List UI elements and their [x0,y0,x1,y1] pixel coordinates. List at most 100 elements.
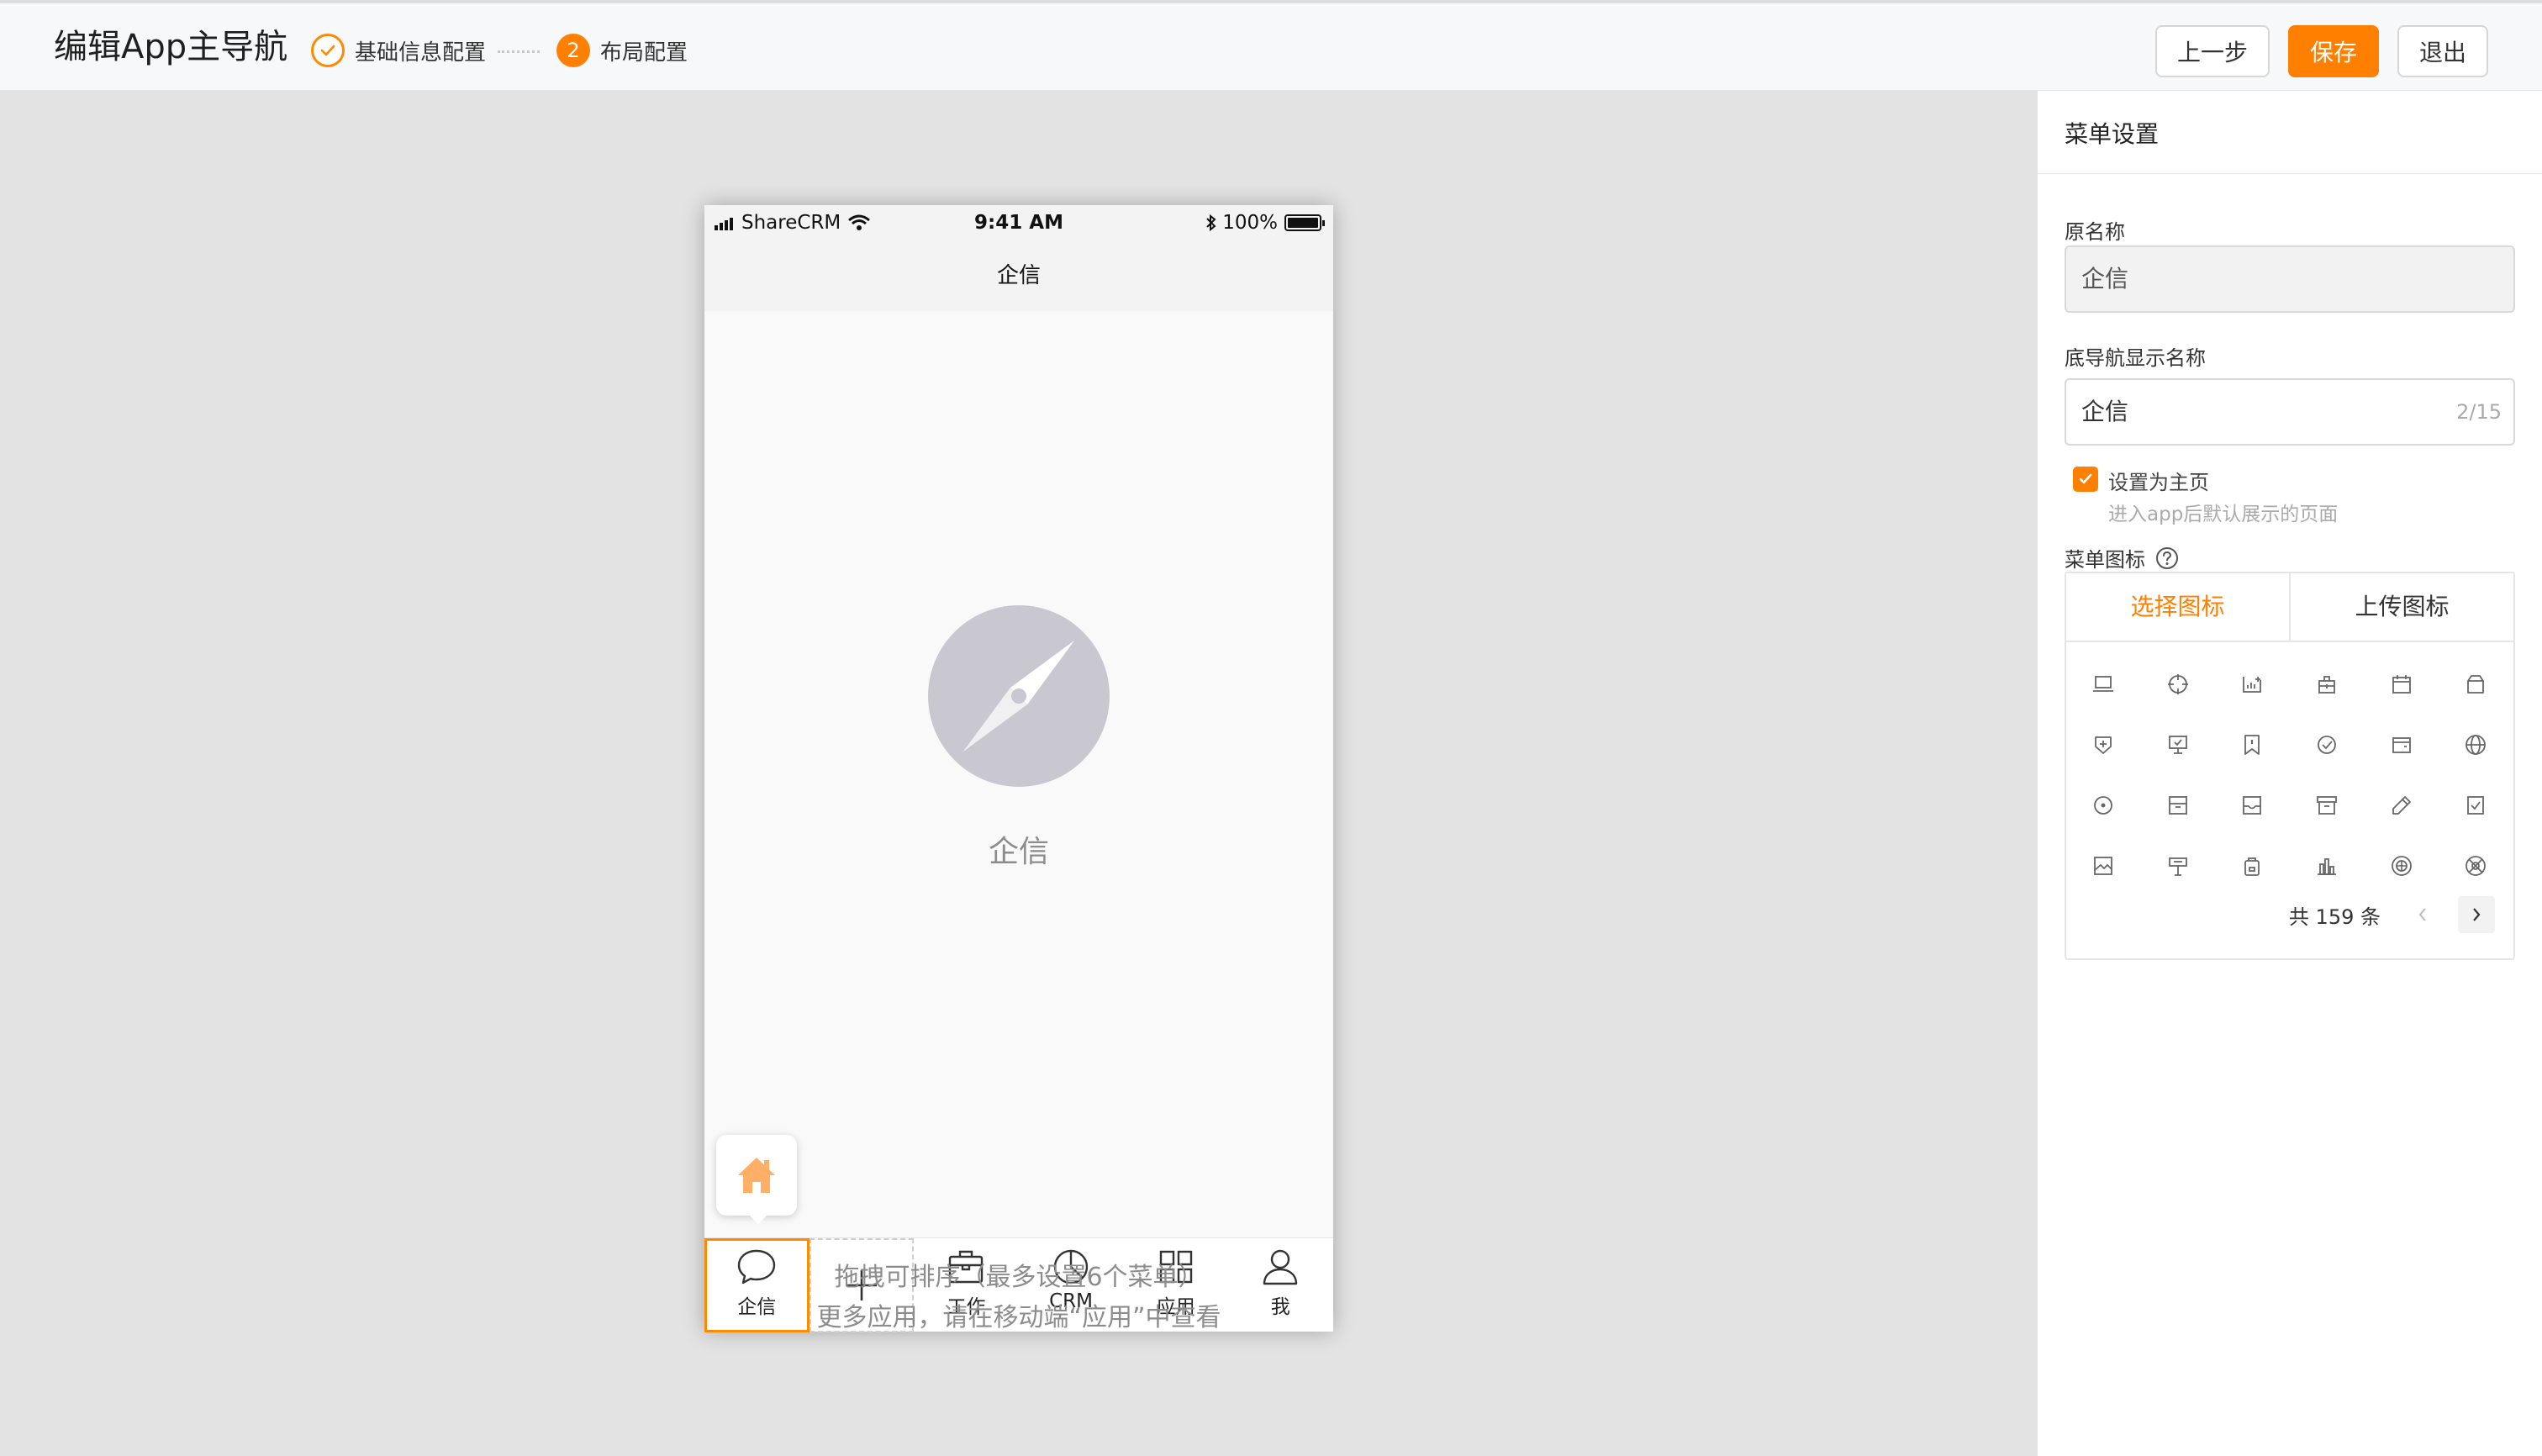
icon-grid [2066,654,2513,896]
compass-icon [928,605,1110,787]
presentation-icon [2168,736,2187,754]
icon-option[interactable] [2439,733,2513,757]
home-page-marker [716,1135,797,1224]
step-layout[interactable]: 2 布局配置 [556,32,688,69]
bluetooth-icon [1206,214,1216,232]
page-title: 编辑App主导航 [54,28,288,66]
menu-settings-panel: 菜单设置 原名称 企信 底导航显示名称 企信 2/15 设置为主页 进入app后… [2038,91,2542,1456]
archive-icon [2317,796,2337,815]
step-label: 布局配置 [600,40,688,66]
icon-option[interactable] [2066,673,2141,696]
icon-option[interactable] [2141,673,2216,696]
icon-option[interactable] [2215,673,2290,696]
calendar-icon [2392,675,2411,694]
globe-icon [2466,735,2487,755]
next-page-button[interactable] [2458,896,2495,933]
question-icon[interactable] [2155,546,2179,570]
inbox-icon [2243,796,2262,815]
empty-page-label: 企信 [988,835,1049,869]
header-top-line [0,0,2542,3]
icon-picker-tabs: 选择图标 上传图标 [2066,573,2513,642]
bookmark-icon [2244,735,2260,755]
checklist-icon [2467,796,2485,815]
icon-option[interactable] [2364,854,2439,878]
icon-option[interactable] [2141,733,2216,757]
signpost-icon [2168,857,2187,876]
chevron-left-icon [2418,908,2426,921]
set-homepage-label: 设置为主页 [2108,471,2209,494]
image-icon [2094,857,2113,875]
original-name-label: 原名称 [2065,220,2125,244]
step-connector [498,50,540,53]
briefcase-lock-icon [2318,676,2335,694]
checkmark-icon [2079,473,2092,484]
panel-divider [2038,173,2542,174]
step-number: 2 [556,34,590,67]
step-basic-info[interactable]: 基础信息配置 [311,32,486,69]
more-apps-hint: 更多应用，请在移动端“应用”中查看 [816,1303,1221,1332]
laptop-icon [2093,676,2114,692]
sort-hint: 拖拽可排序（最多设置6个菜单） [834,1263,1204,1292]
tab-choose-icon[interactable]: 选择图标 [2066,573,2289,641]
icon-option[interactable] [2066,854,2141,878]
display-name-value: 企信 [2081,398,2129,425]
battery-percent: 100% [1222,212,1278,234]
original-name-field: 企信 [2065,245,2515,313]
exit-button[interactable]: 退出 [2397,25,2488,77]
icon-option[interactable] [2439,673,2513,696]
icon-option[interactable] [2439,854,2513,878]
preview-canvas: ShareCRM 9:41 AM 100% 企信 企信 企信 工作 CRM 应用… [0,91,2038,1456]
icon-option[interactable] [2141,854,2216,878]
icon-option[interactable] [2066,733,2141,757]
battery-icon [1284,214,1325,231]
save-button[interactable]: 保存 [2288,25,2379,77]
prev-page-button[interactable] [2404,896,2441,933]
top-header: 编辑App主导航 基础信息配置 2 布局配置 上一步 保存 退出 [0,0,2542,91]
check-circle-icon [2318,736,2336,754]
display-name-field[interactable]: 企信 2/15 [2065,378,2515,446]
icon-option[interactable] [2066,794,2141,817]
shield-plus-icon [2095,736,2112,754]
prev-step-button[interactable]: 上一步 [2155,25,2270,77]
icon-option[interactable] [2364,673,2439,696]
aperture-icon [2466,856,2487,876]
icon-picker: 选择图标 上传图标 共 159 条 [2065,572,2515,960]
bag-secure-icon [2244,857,2260,876]
chart-board-icon [2243,677,2262,693]
icon-option[interactable] [2290,794,2365,817]
menu-icon-label: 菜单图标 [2065,548,2145,572]
bar-chart-icon [2318,858,2337,875]
icon-option[interactable] [2290,733,2365,757]
panel-title: 菜单设置 [2065,120,2160,148]
phone-preview: ShareCRM 9:41 AM 100% 企信 企信 企信 工作 CRM 应用… [704,205,1333,1332]
menu-icon-label-row: 菜单图标 [2065,543,2179,572]
phone-nav-title: 企信 [704,240,1333,311]
char-counter: 2/15 [2456,400,2502,424]
icon-option[interactable] [2364,733,2439,757]
set-homepage-desc: 进入app后默认展示的页面 [2108,504,2339,525]
icon-pagination: 共 159 条 [2289,896,2495,933]
wallet-icon [2392,737,2411,753]
chevron-right-icon [2473,908,2481,921]
bag-icon [2467,675,2485,694]
icon-option[interactable] [2364,794,2439,817]
icon-option[interactable] [2290,854,2365,878]
pagination-total: 共 159 条 [2288,905,2381,929]
icon-option[interactable] [2439,794,2513,817]
home-icon [738,1158,775,1193]
pencil-icon [2392,796,2411,815]
icon-option[interactable] [2215,854,2290,878]
icon-option[interactable] [2141,794,2216,817]
icon-option[interactable] [2290,673,2365,696]
crosshair-icon [2167,674,2188,694]
set-homepage-checkbox[interactable] [2073,467,2098,492]
check-icon [311,34,345,67]
status-bar: ShareCRM 9:41 AM 100% [704,205,1333,240]
step-label: 基础信息配置 [355,40,487,66]
display-name-label: 底导航显示名称 [2065,346,2206,370]
cabinet-icon [2168,796,2187,815]
disc-icon [2094,796,2113,815]
tab-upload-icon[interactable]: 上传图标 [2289,573,2513,641]
icon-option[interactable] [2215,733,2290,757]
icon-option[interactable] [2215,794,2290,817]
